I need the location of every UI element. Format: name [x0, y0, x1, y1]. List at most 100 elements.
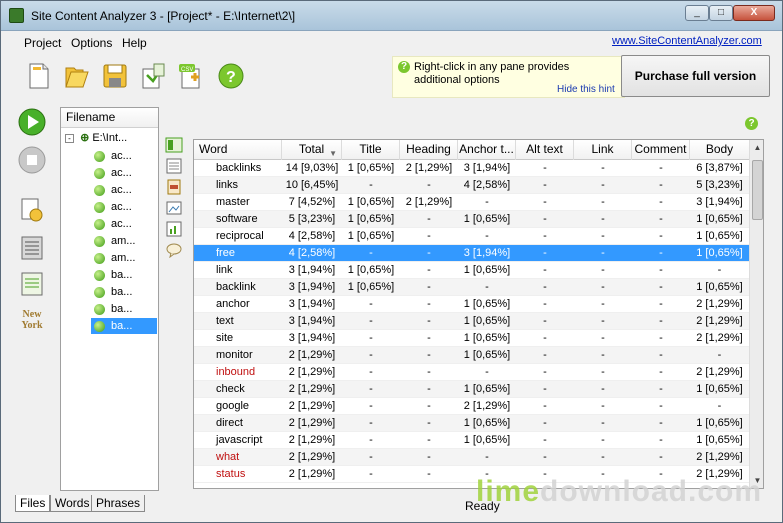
- menu-options[interactable]: Options: [71, 36, 112, 50]
- cell-value: -: [659, 230, 663, 242]
- minimize-button[interactable]: _: [685, 5, 709, 21]
- cell-value: -: [543, 349, 547, 361]
- cell-value: -: [601, 179, 605, 191]
- words-grid[interactable]: Word Total ▼ Title Heading Anchor t... Al…: [193, 139, 764, 489]
- cell-value: -: [601, 247, 605, 259]
- table-row[interactable]: free 4 [2,58%] - - 3 [1,94%] - - - 1 [0,65%]: [194, 245, 749, 262]
- export-icon[interactable]: [139, 61, 167, 91]
- purchase-button[interactable]: Purchase full version: [621, 55, 770, 97]
- table-row[interactable]: reciprocal 4 [2,58%] 1 [0,65%] - - - - - 1 [0,65…: [194, 228, 749, 245]
- tree-item[interactable]: ba...: [91, 301, 157, 317]
- tree-item[interactable]: ac...: [91, 182, 157, 198]
- city-icon[interactable]: New York: [17, 309, 47, 339]
- tree-item[interactable]: ba...: [91, 318, 157, 334]
- comment-view-icon[interactable]: [165, 242, 183, 258]
- table-row[interactable]: check 2 [1,29%] - - 1 [0,65%] - - - 1 [0,65%]: [194, 381, 749, 398]
- help-icon[interactable]: ?: [217, 61, 245, 91]
- cell-value: -: [543, 332, 547, 344]
- play-icon[interactable]: [17, 107, 47, 137]
- table-row[interactable]: backlink 3 [1,94%] 1 [0,65%] - - - - - 1 [0,65%]: [194, 279, 749, 296]
- vertical-scrollbar[interactable]: ▲ ▼: [749, 140, 763, 488]
- chart-view-icon[interactable]: [165, 221, 183, 237]
- table-row[interactable]: javascript 2 [1,29%] - - 1 [0,65%] - - - 1 [0,65…: [194, 432, 749, 449]
- col-comment[interactable]: Comment: [632, 140, 690, 160]
- tree-item[interactable]: am...: [91, 250, 157, 266]
- file-tree[interactable]: Filename - ⊕ E:\Int... ac... ac... ac... ac…: [60, 107, 159, 491]
- tree-item-label: ba...: [111, 303, 133, 315]
- cell-value: -: [369, 366, 373, 378]
- tree-header-filename[interactable]: Filename: [61, 108, 158, 128]
- hide-hint-link[interactable]: Hide this hint: [557, 84, 615, 95]
- report-icon[interactable]: [17, 269, 47, 299]
- open-folder-icon[interactable]: [63, 61, 91, 91]
- table-row[interactable]: links 10 [6,45%] - - 4 [2,58%] - - - 5 [3,23%]: [194, 177, 749, 194]
- cell-value: -: [659, 281, 663, 293]
- word-view-icon[interactable]: [165, 137, 183, 153]
- cell-value: 2 [1,29%]: [288, 434, 336, 446]
- col-word[interactable]: Word: [194, 140, 282, 160]
- table-row[interactable]: what 2 [1,29%] - - - - - - 2 [1,29%]: [194, 449, 749, 466]
- cell-value: -: [427, 179, 431, 191]
- col-alt-text[interactable]: Alt text: [516, 140, 574, 160]
- cell-value: 1 [0,65%]: [696, 417, 743, 429]
- scroll-thumb[interactable]: [752, 160, 763, 220]
- cell-value: 6 [3,87%]: [696, 162, 743, 174]
- data-view-icon[interactable]: [165, 179, 183, 195]
- tree-item[interactable]: ac...: [91, 148, 157, 164]
- new-project-icon[interactable]: [25, 61, 53, 91]
- col-title[interactable]: Title: [342, 140, 400, 160]
- table-row[interactable]: link 3 [1,94%] 1 [0,65%] - 1 [0,65%] - - - -: [194, 262, 749, 279]
- col-heading[interactable]: Heading: [400, 140, 458, 160]
- maximize-button[interactable]: □: [709, 5, 733, 21]
- settings-icon[interactable]: [17, 195, 47, 225]
- tree-item-label: ba...: [111, 269, 133, 281]
- tree-item[interactable]: ac...: [91, 165, 157, 181]
- tree-item[interactable]: ac...: [91, 199, 157, 215]
- col-body[interactable]: Body: [690, 140, 749, 160]
- menu-project[interactable]: Project: [24, 36, 61, 50]
- table-row[interactable]: inbound 2 [1,29%] - - - - - - 2 [1,29%]: [194, 364, 749, 381]
- site-link[interactable]: www.SiteContentAnalyzer.com: [612, 35, 762, 47]
- cell-value: -: [543, 417, 547, 429]
- cell-word: software: [216, 213, 258, 225]
- cell-value: -: [543, 451, 547, 463]
- table-row[interactable]: backlinks 14 [9,03%] 1 [0,65%] 2 [1,29%] 3 […: [194, 160, 749, 177]
- cell-value: -: [659, 383, 663, 395]
- tree-item[interactable]: ba...: [91, 284, 157, 300]
- table-row[interactable]: software 5 [3,23%] 1 [0,65%] - 1 [0,65%] - - - 1…: [194, 211, 749, 228]
- tree-item[interactable]: ba...: [91, 267, 157, 283]
- table-row[interactable]: direct 2 [1,29%] - - 1 [0,65%] - - - 1 [0,65%]: [194, 415, 749, 432]
- cell-word: backlinks: [216, 162, 262, 174]
- csv-icon[interactable]: CSV: [177, 61, 205, 91]
- tree-item-label: ac...: [111, 150, 132, 162]
- scroll-up-icon[interactable]: ▲: [750, 140, 763, 155]
- list-icon[interactable]: [17, 233, 47, 263]
- table-row[interactable]: text 3 [1,94%] - - 1 [0,65%] - - - 2 [1,29%]: [194, 313, 749, 330]
- grid-help-icon[interactable]: ?: [745, 117, 758, 130]
- cell-value: -: [369, 332, 373, 344]
- cell-value: 5 [3,23%]: [288, 213, 336, 225]
- collapse-icon[interactable]: -: [65, 133, 74, 143]
- table-row[interactable]: site 3 [1,94%] - - 1 [0,65%] - - - 2 [1,29%]: [194, 330, 749, 347]
- cell-value: -: [601, 451, 605, 463]
- cell-value: -: [601, 264, 605, 276]
- tree-root[interactable]: - ⊕ E:\Int...: [65, 130, 127, 146]
- col-link[interactable]: Link: [574, 140, 632, 160]
- table-row[interactable]: monitor 2 [1,29%] - - 1 [0,65%] - - - -: [194, 347, 749, 364]
- title-bar[interactable]: Site Content Analyzer 3 - [Project* - E:…: [1, 1, 782, 31]
- image-view-icon[interactable]: [165, 200, 183, 216]
- tree-item[interactable]: am...: [91, 233, 157, 249]
- table-row[interactable]: master 7 [4,52%] 1 [0,65%] 2 [1,29%] - - - - 3 […: [194, 194, 749, 211]
- table-row[interactable]: anchor 3 [1,94%] - - 1 [0,65%] - - - 2 [1,29%]: [194, 296, 749, 313]
- tree-item[interactable]: ac...: [91, 216, 157, 232]
- close-button[interactable]: X: [733, 5, 775, 21]
- col-total[interactable]: Total ▼: [282, 140, 342, 160]
- col-anchor-text[interactable]: Anchor t...: [458, 140, 516, 160]
- table-row[interactable]: google 2 [1,29%] - - 2 [1,29%] - - - -: [194, 398, 749, 415]
- page-view-icon[interactable]: [165, 158, 183, 174]
- cell-value: -: [427, 315, 431, 327]
- cell-value: -: [427, 281, 431, 293]
- menu-help[interactable]: Help: [122, 36, 147, 50]
- stop-icon[interactable]: [17, 145, 47, 175]
- save-icon[interactable]: [101, 61, 129, 91]
